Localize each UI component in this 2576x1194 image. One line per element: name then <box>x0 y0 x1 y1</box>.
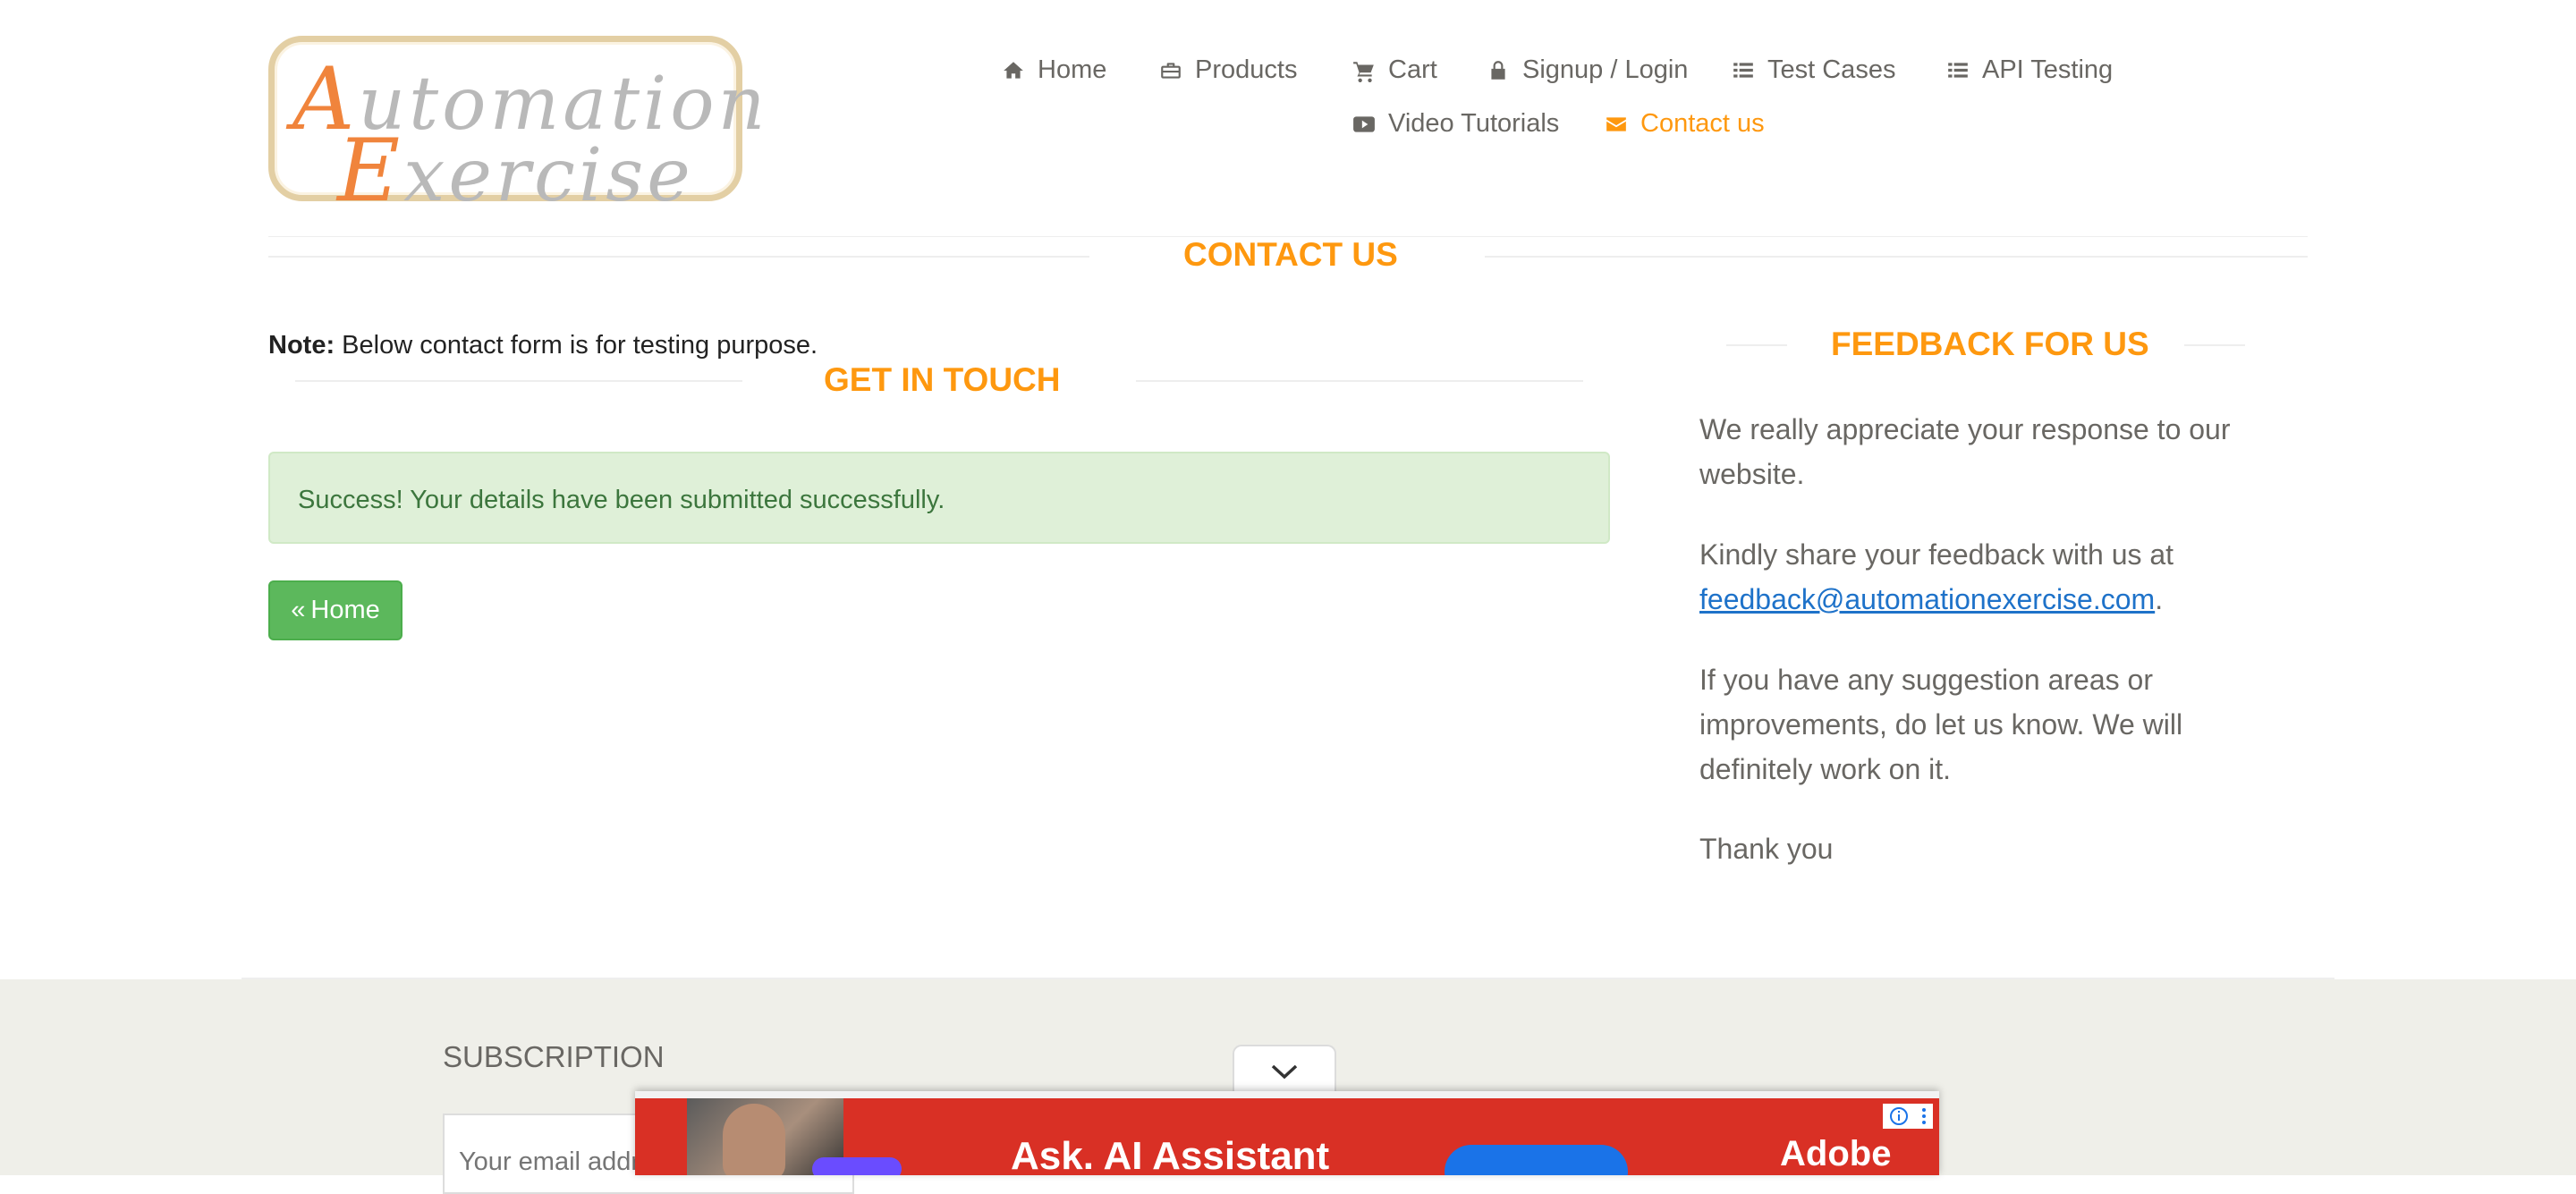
ad-collapse-toggle[interactable] <box>1233 1045 1336 1097</box>
envelope-icon <box>1606 116 1626 131</box>
get-in-touch-line-left <box>295 380 742 382</box>
ad-cta-button[interactable] <box>1445 1145 1628 1175</box>
site-logo[interactable]: Automation Exercise <box>268 36 765 221</box>
nav-video-tutorials[interactable]: Video Tutorials <box>1352 109 1559 139</box>
cart-icon <box>1353 61 1374 82</box>
success-message: Success! Your details have been submitte… <box>298 486 945 514</box>
list-icon <box>1948 62 1968 78</box>
feedback-para-2: Kindly share your feedback with us at fe… <box>1699 538 2174 615</box>
ad-info-controls[interactable] <box>1883 1104 1933 1129</box>
nav-cart[interactable]: Cart <box>1352 55 1437 85</box>
page-title: Contact Us <box>1183 236 1398 273</box>
nav-api-testing-label: API Testing <box>1982 55 2114 84</box>
nav-home-label: Home <box>1038 55 1107 84</box>
info-icon[interactable] <box>1889 1106 1909 1126</box>
home-button[interactable]: « Home <box>268 580 402 640</box>
home-button-label: Home <box>310 596 380 624</box>
feedback-title-line-right <box>2184 344 2245 346</box>
feedback-title-line-left <box>1726 344 1787 346</box>
nav-signup-login-label: Signup / Login <box>1522 55 1689 84</box>
ad-image <box>687 1098 902 1175</box>
feedback-title: Feedback For Us <box>1831 326 2149 362</box>
footer-divider <box>242 978 2334 979</box>
chevron-down-icon <box>1271 1064 1298 1080</box>
briefcase-icon <box>1161 62 1181 79</box>
success-alert: Success! Your details have been submitte… <box>268 452 1610 544</box>
form-note: Note: Below contact form is for testing … <box>268 331 818 360</box>
title-line-right <box>1485 256 2308 258</box>
ad-banner[interactable]: Ask. AI Assistant Adobe <box>635 1091 1939 1175</box>
nav-video-tutorials-label: Video Tutorials <box>1388 109 1560 138</box>
nav-contact-us-label: Contact us <box>1640 109 1765 138</box>
ad-brand: Adobe <box>1780 1134 1892 1173</box>
list-icon <box>1733 62 1753 78</box>
nav-contact-us[interactable]: Contact us <box>1605 109 1765 139</box>
ad-headline: Ask. AI Assistant <box>1011 1134 1330 1175</box>
feedback-para-3: If you have any suggestion areas or impr… <box>1699 664 2183 785</box>
logo-line-2: Exercise <box>337 121 694 221</box>
feedback-para-4: Thank you <box>1699 833 1834 865</box>
title-line-left <box>268 256 1089 258</box>
home-icon <box>1004 61 1023 79</box>
nav-products-label: Products <box>1195 55 1298 84</box>
nav-test-cases[interactable]: Test Cases <box>1732 55 1895 85</box>
feedback-para-1: We really appreciate your response to ou… <box>1699 413 2231 490</box>
nav-home[interactable]: Home <box>1002 55 1106 85</box>
get-in-touch-line-right <box>1136 380 1583 382</box>
more-vertical-icon[interactable] <box>1920 1106 1928 1126</box>
subscription-title: SUBSCRIPTION <box>443 1040 665 1073</box>
nav-products[interactable]: Products <box>1159 55 1297 85</box>
youtube-play-icon <box>1353 115 1375 132</box>
double-left-chevron-icon: « <box>291 596 306 624</box>
lock-icon <box>1491 60 1505 80</box>
nav-api-testing[interactable]: API Testing <box>1946 55 2113 85</box>
nav-test-cases-label: Test Cases <box>1767 55 1896 84</box>
nav-signup-login[interactable]: Signup / Login <box>1487 55 1688 85</box>
feedback-email-link[interactable]: feedback@automationexercise.com <box>1699 583 2155 615</box>
nav-cart-label: Cart <box>1388 55 1437 84</box>
get-in-touch-title: Get In Touch <box>824 361 1061 398</box>
